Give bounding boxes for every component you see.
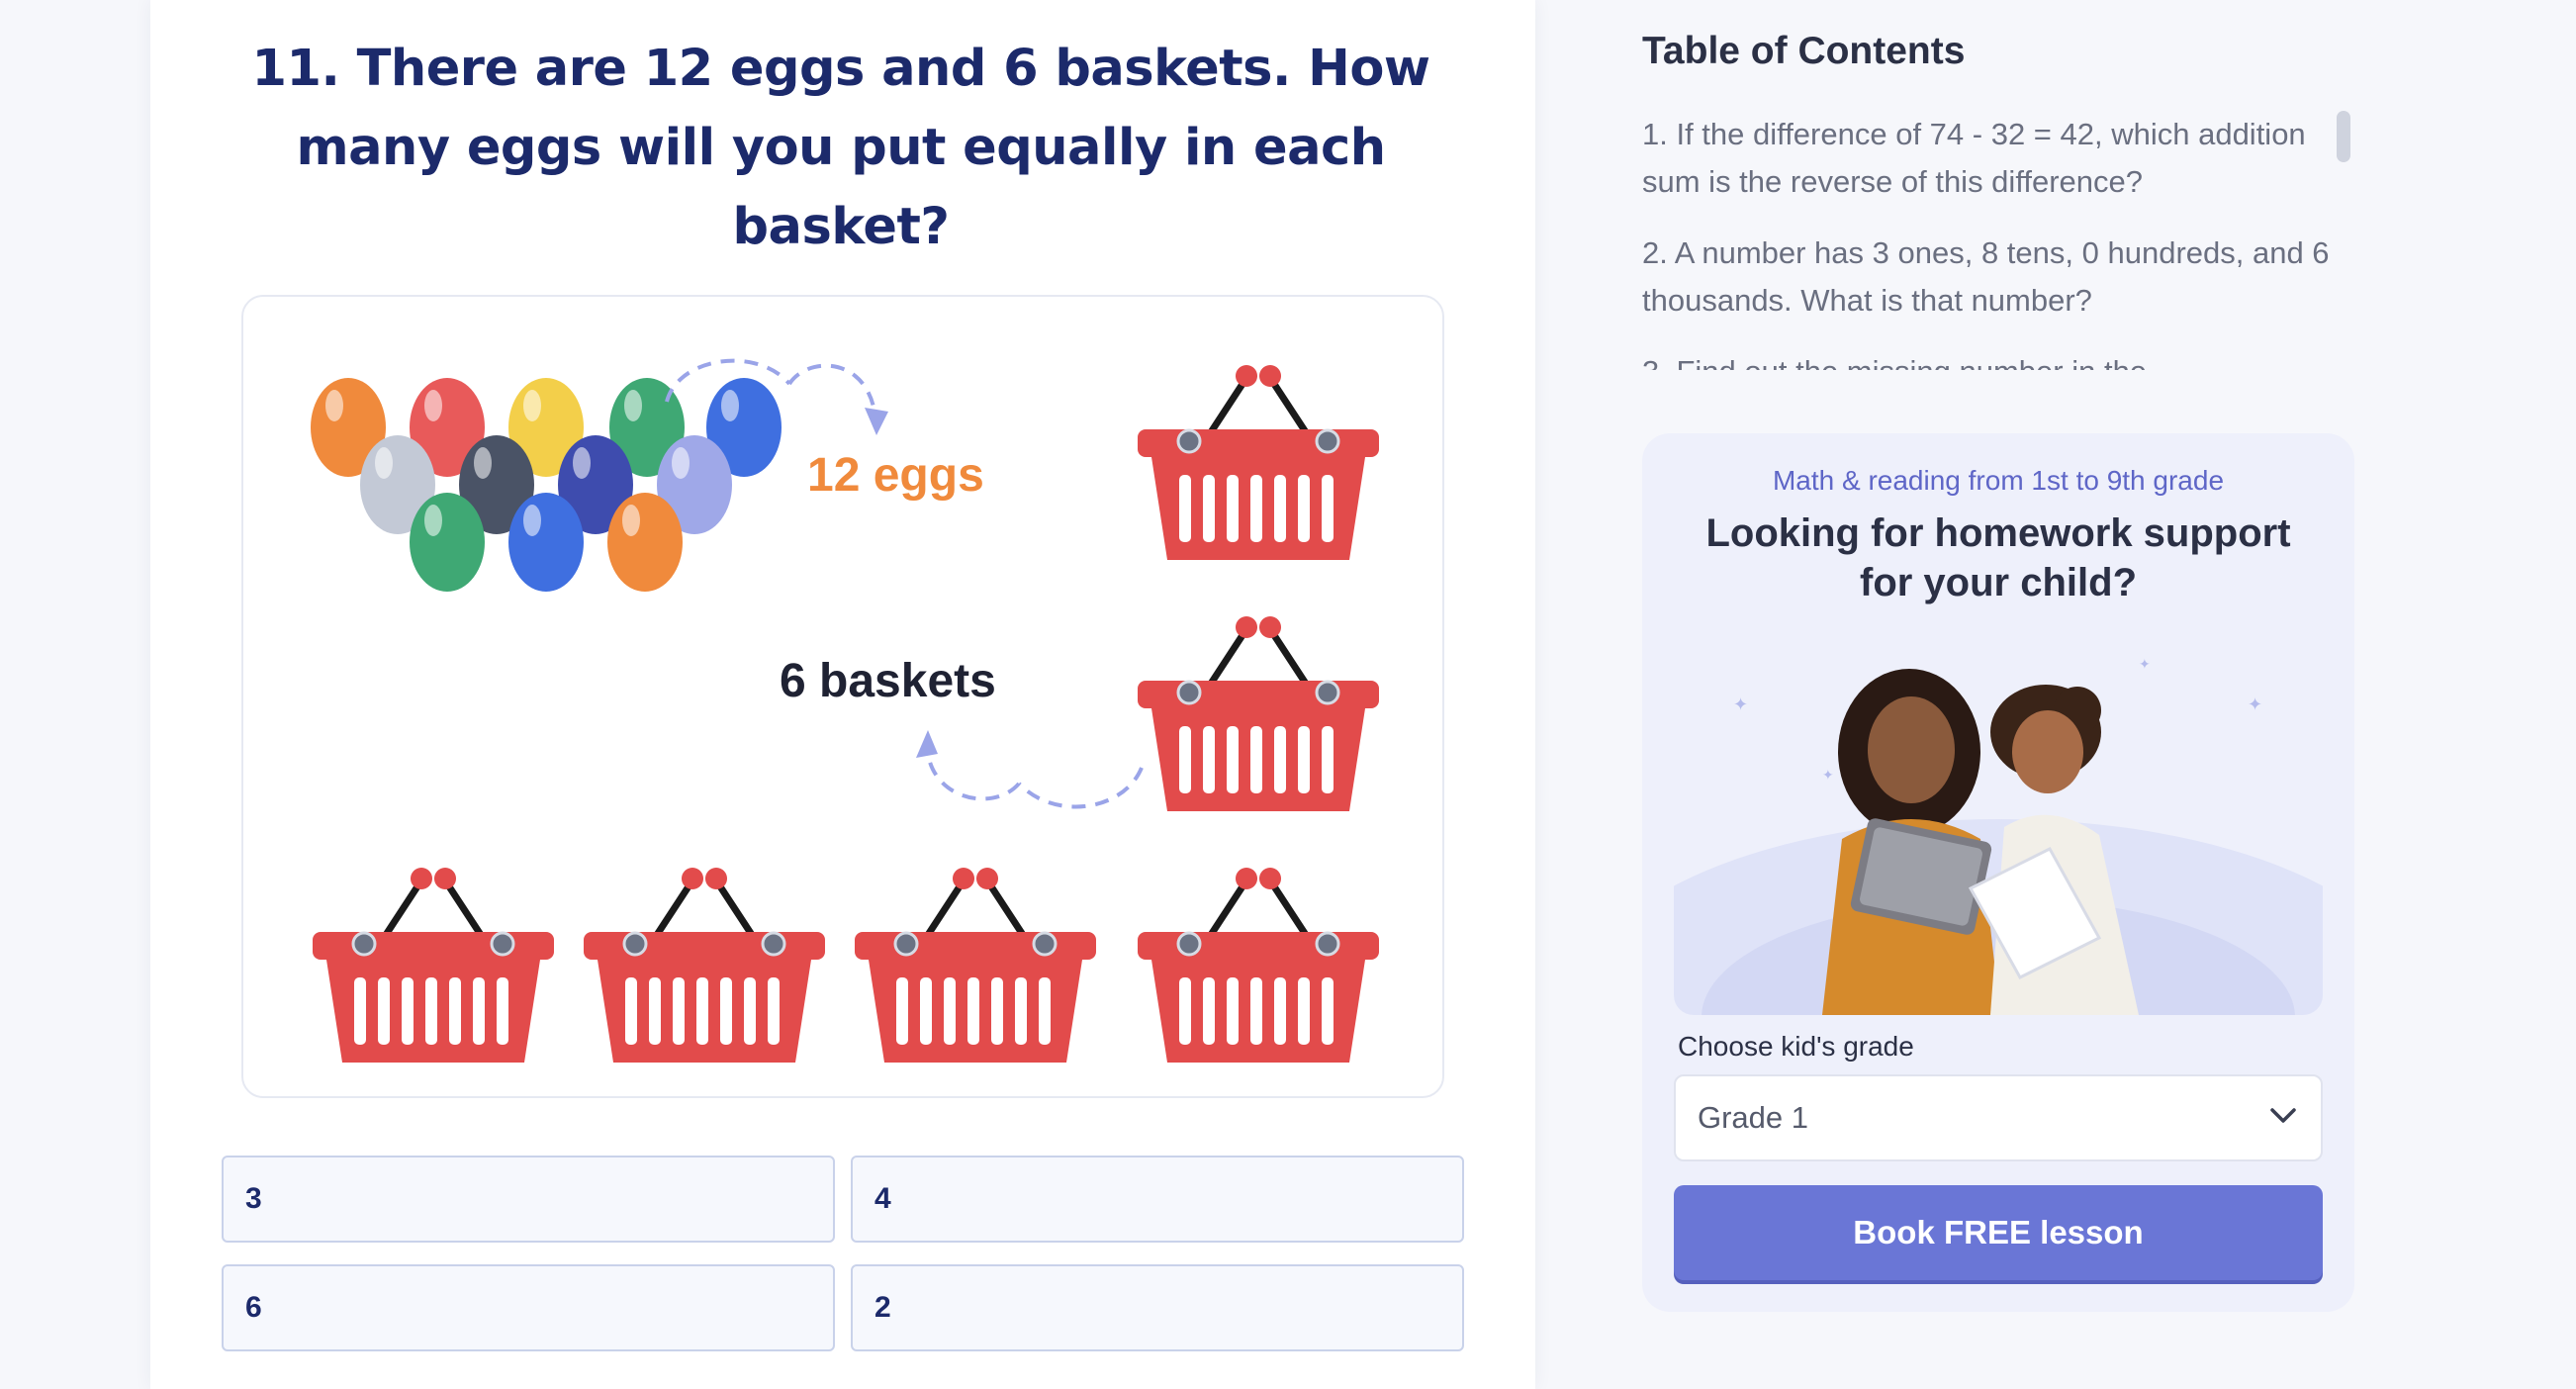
book-free-lesson-button[interactable]: Book FREE lesson [1674,1185,2323,1280]
baskets-label: 6 baskets [780,655,996,707]
svg-text:✦: ✦ [2139,657,2151,673]
answer-option-4[interactable]: 2 [851,1264,1464,1351]
mother-child-tablet-image: ✦ ✦ ✦ ✦ [1674,641,2323,1015]
egg-11 [508,493,584,592]
eggs-label: 12 eggs [807,449,984,502]
egg-12 [607,493,683,592]
svg-text:✦: ✦ [1733,694,1748,715]
toc-scrollbar[interactable] [2337,111,2350,162]
question-title: 11. There are 12 eggs and 6 baskets. How… [251,40,1430,256]
grade-select-label: Choose kid's grade [1678,1031,1914,1062]
basket-5 [855,868,1096,1063]
promo-subtitle: Math & reading from 1st to 9th grade [1772,465,2225,496]
svg-text:✦: ✦ [2248,694,2262,715]
basket-6 [1138,868,1379,1063]
eggs-baskets-drawing: 12 eggs 6 baskets [243,358,1444,1098]
basket-4 [584,868,825,1063]
basket-2 [1138,616,1379,811]
answer-option-1[interactable]: 3 [222,1156,835,1243]
basket-1 [1138,365,1379,560]
toc-item[interactable]: 2. A number has 3 ones, 8 tens, 0 hundre… [1642,230,2335,324]
egg-10 [410,493,485,592]
basket-3 [313,868,554,1063]
toc-title: Table of Contents [1642,30,1966,72]
toc-item[interactable]: 1. If the difference of 74 - 32 = 42, wh… [1642,111,2335,206]
answer-option-3[interactable]: 6 [222,1264,835,1351]
toc-list[interactable]: 1. If the difference of 74 - 32 = 42, wh… [1642,111,2335,370]
grade-select-value: Grade 1 [1698,1100,1809,1135]
svg-text:✦: ✦ [1822,768,1834,784]
answer-option-2[interactable]: 4 [851,1156,1464,1243]
question-illustration: 12 eggs 6 baskets [241,295,1444,1098]
promo-card: Math & reading from 1st to 9th grade Loo… [1642,433,2354,1312]
promo-title: Looking for homework support for your ch… [1705,511,2291,604]
toc-item[interactable]: 3. Find out the missing number in the [1642,348,2335,370]
grade-select[interactable]: Grade 1 [1674,1074,2323,1161]
chevron-down-icon [2270,1108,2296,1123]
